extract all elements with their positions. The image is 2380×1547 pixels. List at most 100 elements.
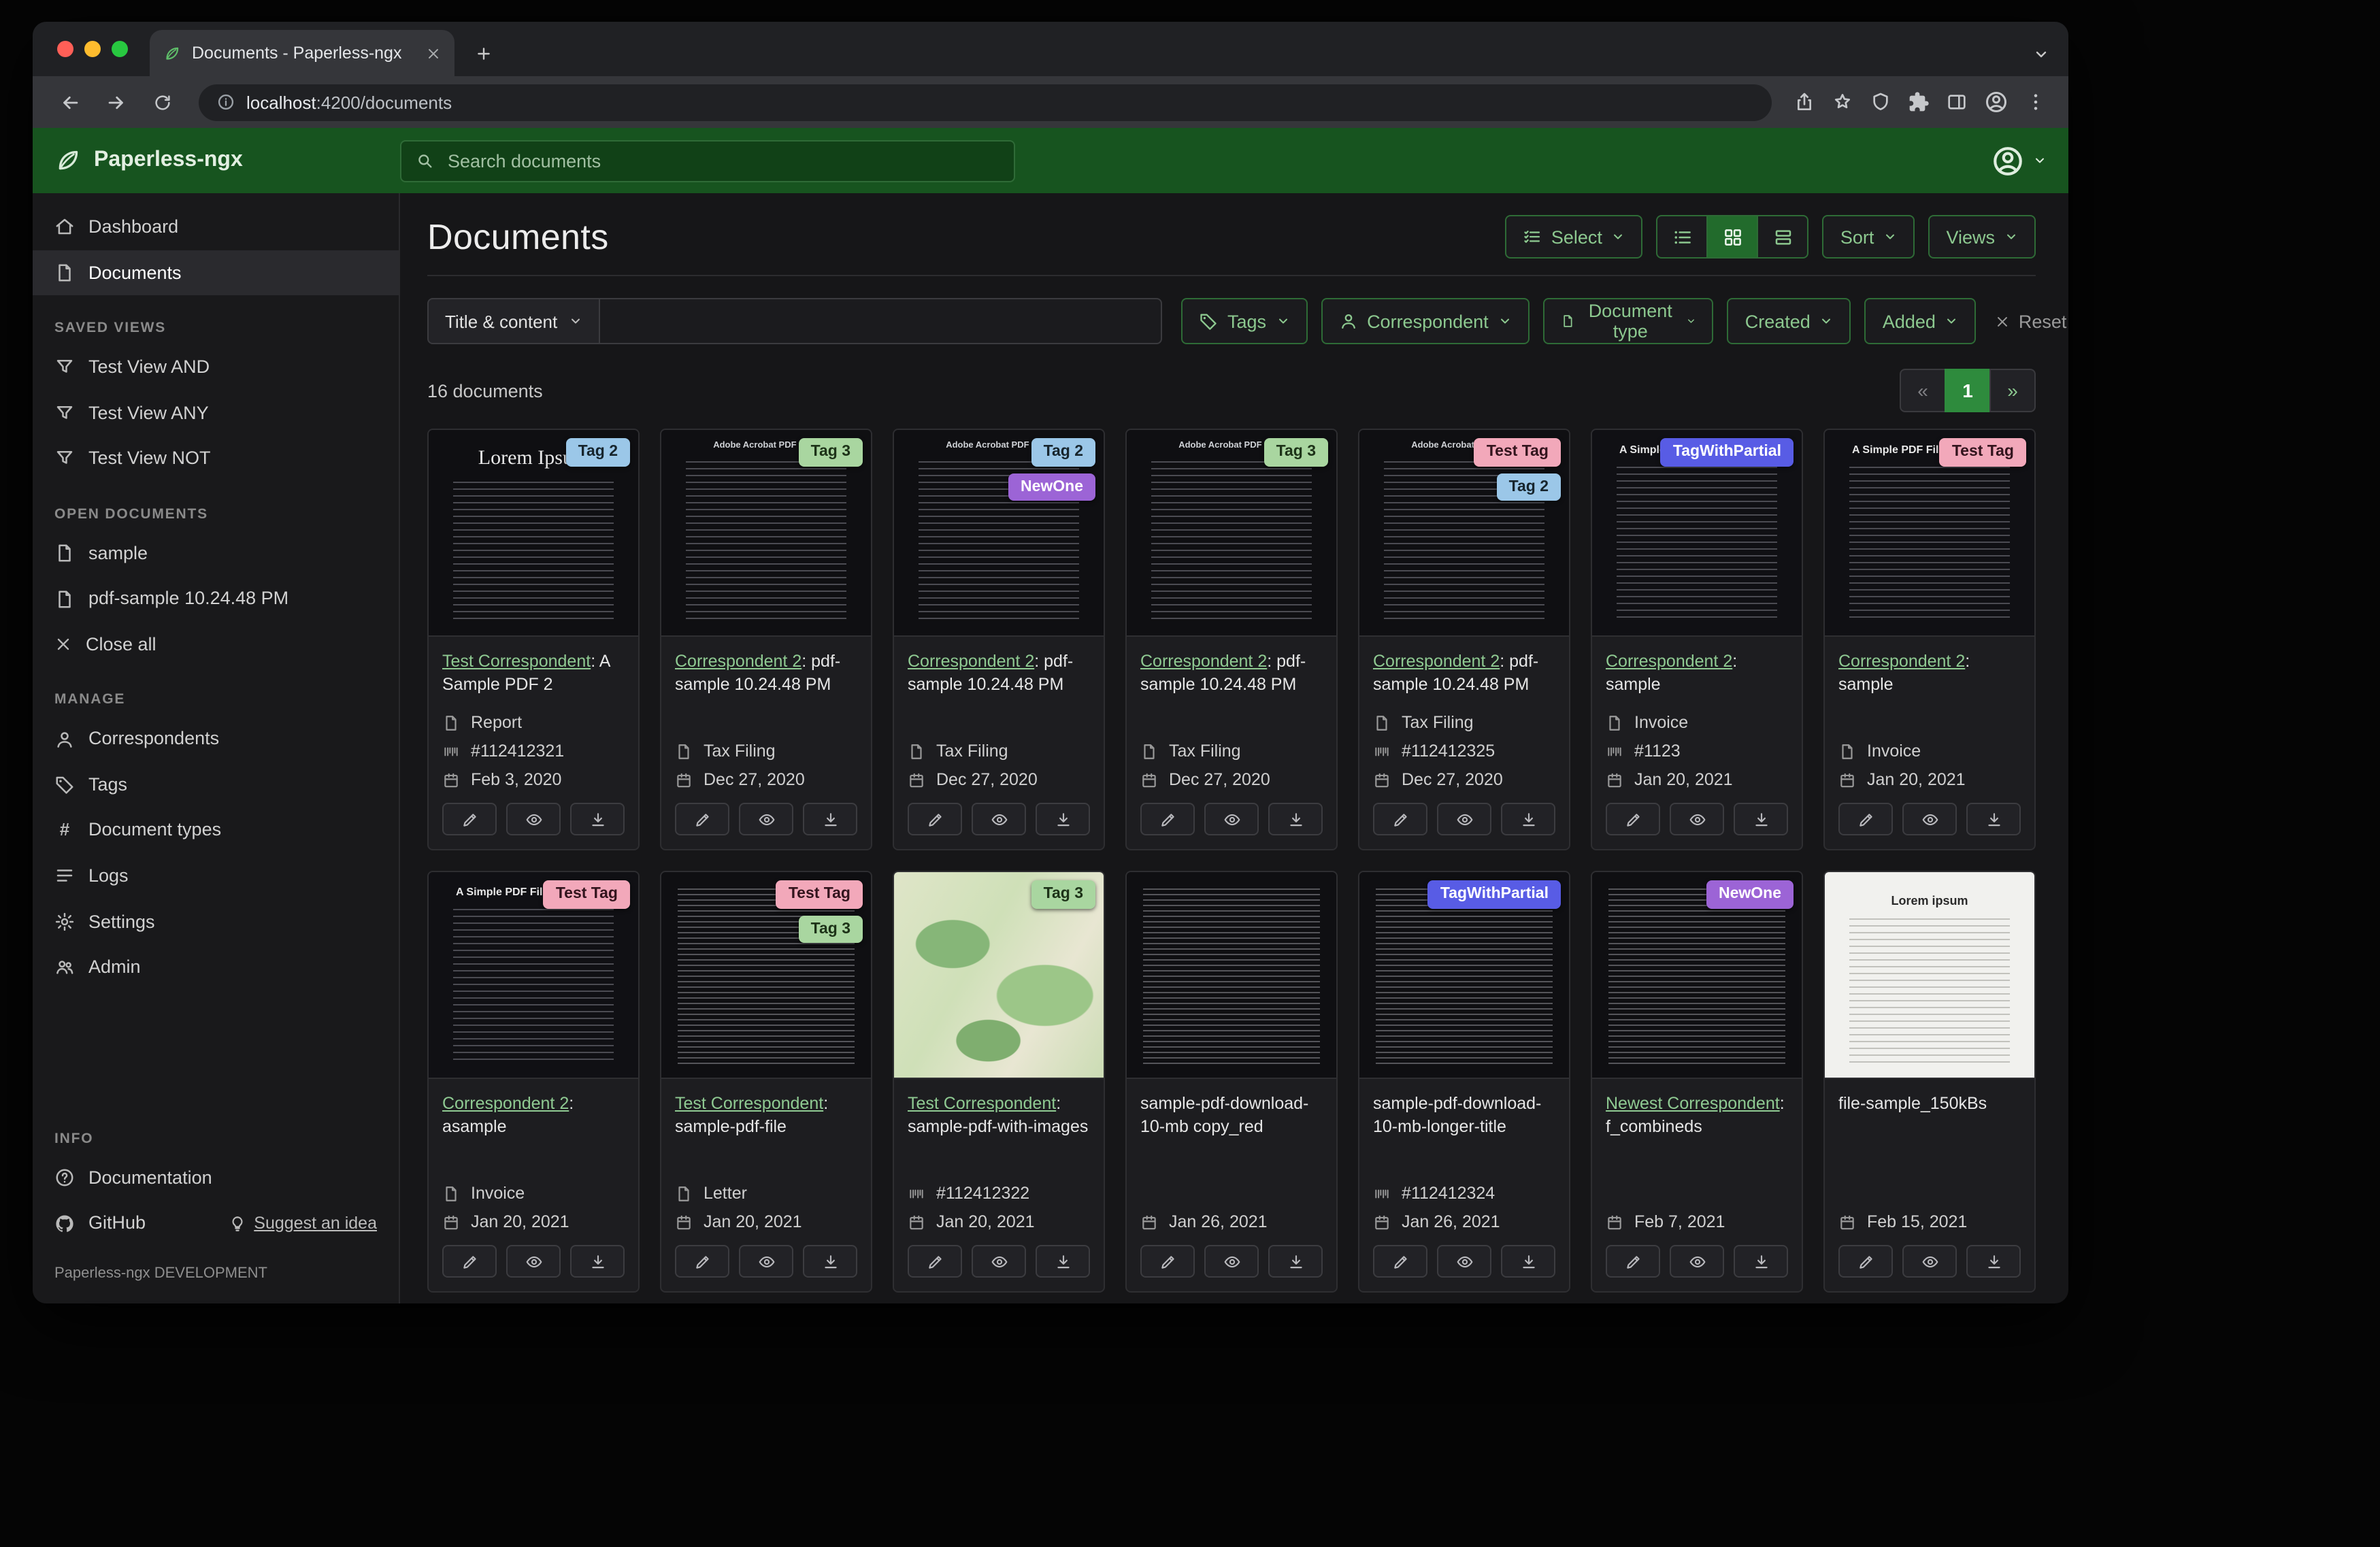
search-input[interactable] xyxy=(445,149,1000,172)
sidebar-item-open-doc-sample[interactable]: sample xyxy=(33,530,399,576)
reload-button[interactable] xyxy=(142,82,182,122)
view-document-button[interactable] xyxy=(739,1245,793,1278)
sidebar-item-github[interactable]: GitHub Suggest an idea xyxy=(33,1201,399,1246)
view-document-button[interactable] xyxy=(1902,1245,1957,1278)
view-document-button[interactable] xyxy=(739,803,793,835)
document-correspondent-link[interactable]: Correspondent 2 xyxy=(1140,652,1267,671)
edit-document-button[interactable] xyxy=(908,1245,962,1278)
download-document-button[interactable] xyxy=(1966,803,2021,835)
filter-field-dropdown[interactable]: Title & content xyxy=(427,298,600,344)
filter-created-button[interactable]: Created xyxy=(1727,298,1851,344)
document-correspondent-link[interactable]: Correspondent 2 xyxy=(1606,652,1732,671)
filter-added-button[interactable]: Added xyxy=(1864,298,1977,344)
download-document-button[interactable] xyxy=(1734,803,1788,835)
sidebar-item-documentation[interactable]: Documentation xyxy=(33,1155,399,1201)
edit-document-button[interactable] xyxy=(442,1245,497,1278)
profile-icon[interactable] xyxy=(1984,90,2009,114)
edit-document-button[interactable] xyxy=(1373,1245,1427,1278)
edit-document-button[interactable] xyxy=(1606,803,1660,835)
sidebar-item-saved-view-not[interactable]: Test View NOT xyxy=(33,435,399,481)
close-tab-icon[interactable] xyxy=(426,46,441,61)
view-document-button[interactable] xyxy=(1437,803,1491,835)
document-thumbnail[interactable]: NewOne xyxy=(1592,872,1802,1079)
document-thumbnail[interactable]: A Simple PDF File Test Tag xyxy=(429,872,638,1079)
edit-document-button[interactable] xyxy=(1140,1245,1195,1278)
filter-text-input[interactable] xyxy=(599,298,1162,344)
sidebar-item-documents[interactable]: Documents xyxy=(33,250,399,296)
back-button[interactable] xyxy=(49,82,90,122)
tag-badge[interactable]: Tag 3 xyxy=(798,438,863,467)
tag-badge[interactable]: Test Tag xyxy=(1939,438,2026,467)
sidebar-item-saved-view-and[interactable]: Test View AND xyxy=(33,344,399,390)
maximize-window-button[interactable] xyxy=(112,41,128,57)
grid-view-button[interactable] xyxy=(1706,215,1759,259)
tag-badge[interactable]: TagWithPartial xyxy=(1427,880,1561,909)
document-thumbnail[interactable]: Adobe Acrobat PDF Files Tag 2 NewOne xyxy=(894,430,1104,637)
tag-badge[interactable]: Tag 3 xyxy=(798,915,863,944)
document-correspondent-link[interactable]: Correspondent 2 xyxy=(442,1094,569,1113)
download-document-button[interactable] xyxy=(1501,1245,1555,1278)
new-tab-button[interactable] xyxy=(465,35,501,71)
tag-badge[interactable]: Test Tag xyxy=(543,880,630,909)
document-thumbnail[interactable]: A Simple PDF File TagWithPartial xyxy=(1592,430,1802,637)
sidebar-item-logs[interactable]: Logs xyxy=(33,853,399,899)
tag-badge[interactable]: Test Tag xyxy=(1474,438,1561,467)
document-title-text[interactable]: sample-pdf-download-10-mb-longer-title xyxy=(1373,1094,1541,1136)
document-thumbnail[interactable]: Test Tag Tag 3 xyxy=(661,872,871,1079)
share-icon[interactable] xyxy=(1794,91,1815,113)
document-title-text[interactable]: sample-pdf-download-10-mb copy_red xyxy=(1140,1094,1308,1136)
tag-badge[interactable]: TagWithPartial xyxy=(1660,438,1794,467)
edit-document-button[interactable] xyxy=(675,1245,729,1278)
download-document-button[interactable] xyxy=(570,1245,625,1278)
document-correspondent-link[interactable]: Correspondent 2 xyxy=(1838,652,1965,671)
download-document-button[interactable] xyxy=(1036,1245,1090,1278)
select-button[interactable]: Select xyxy=(1504,215,1643,259)
document-correspondent-link[interactable]: Newest Correspondent xyxy=(1606,1094,1780,1113)
view-document-button[interactable] xyxy=(1437,1245,1491,1278)
document-thumbnail[interactable]: Adobe Acrobat PDF Files Test Tag Tag 2 xyxy=(1359,430,1569,637)
download-document-button[interactable] xyxy=(803,1245,857,1278)
page-1-button[interactable]: 1 xyxy=(1945,369,1991,412)
document-thumbnail[interactable]: Tag 3 xyxy=(894,872,1104,1079)
suggest-idea-link[interactable]: Suggest an idea xyxy=(228,1212,377,1235)
download-document-button[interactable] xyxy=(1268,1245,1323,1278)
document-thumbnail[interactable]: Adobe Acrobat PDF Files Tag 3 xyxy=(661,430,871,637)
document-correspondent-link[interactable]: Test Correspondent xyxy=(908,1094,1056,1113)
reset-filters-button[interactable]: Reset filters xyxy=(1996,311,2068,331)
forward-button[interactable] xyxy=(95,82,136,122)
download-document-button[interactable] xyxy=(803,803,857,835)
sidebar-item-correspondents[interactable]: Correspondents xyxy=(33,716,399,762)
sidebar-item-saved-view-any[interactable]: Test View ANY xyxy=(33,390,399,435)
download-document-button[interactable] xyxy=(1268,803,1323,835)
download-document-button[interactable] xyxy=(1966,1245,2021,1278)
sidebar-item-close-all[interactable]: Close all xyxy=(33,622,399,667)
extensions-icon[interactable] xyxy=(1908,91,1930,113)
view-document-button[interactable] xyxy=(1670,803,1724,835)
document-thumbnail[interactable] xyxy=(1127,872,1336,1079)
view-document-button[interactable] xyxy=(972,1245,1026,1278)
sidebar-item-admin[interactable]: Admin xyxy=(33,944,399,990)
filter-correspondent-button[interactable]: Correspondent xyxy=(1321,298,1530,344)
tag-badge[interactable]: NewOne xyxy=(1706,880,1794,909)
view-document-button[interactable] xyxy=(506,803,561,835)
document-correspondent-link[interactable]: Correspondent 2 xyxy=(1373,652,1500,671)
detail-view-button[interactable] xyxy=(1757,215,1809,259)
sidebar-item-open-doc-pdf-sample[interactable]: pdf-sample 10.24.48 PM xyxy=(33,576,399,622)
page-prev-button[interactable]: « xyxy=(1900,369,1946,412)
download-document-button[interactable] xyxy=(570,803,625,835)
view-document-button[interactable] xyxy=(506,1245,561,1278)
page-next-button[interactable]: » xyxy=(1989,369,2036,412)
download-document-button[interactable] xyxy=(1501,803,1555,835)
sidebar-item-tags[interactable]: Tags xyxy=(33,762,399,808)
star-icon[interactable] xyxy=(1832,91,1853,113)
edit-document-button[interactable] xyxy=(1606,1245,1660,1278)
tab-search-button[interactable] xyxy=(2033,46,2049,63)
tag-badge[interactable]: NewOne xyxy=(1008,473,1095,501)
edit-document-button[interactable] xyxy=(675,803,729,835)
tag-badge[interactable]: Tag 3 xyxy=(1031,880,1095,909)
list-view-button[interactable] xyxy=(1656,215,1708,259)
document-correspondent-link[interactable]: Correspondent 2 xyxy=(675,652,801,671)
document-thumbnail[interactable]: Adobe Acrobat PDF Files Tag 3 xyxy=(1127,430,1336,637)
document-correspondent-link[interactable]: Test Correspondent xyxy=(442,652,591,671)
shield-icon[interactable] xyxy=(1870,91,1891,113)
